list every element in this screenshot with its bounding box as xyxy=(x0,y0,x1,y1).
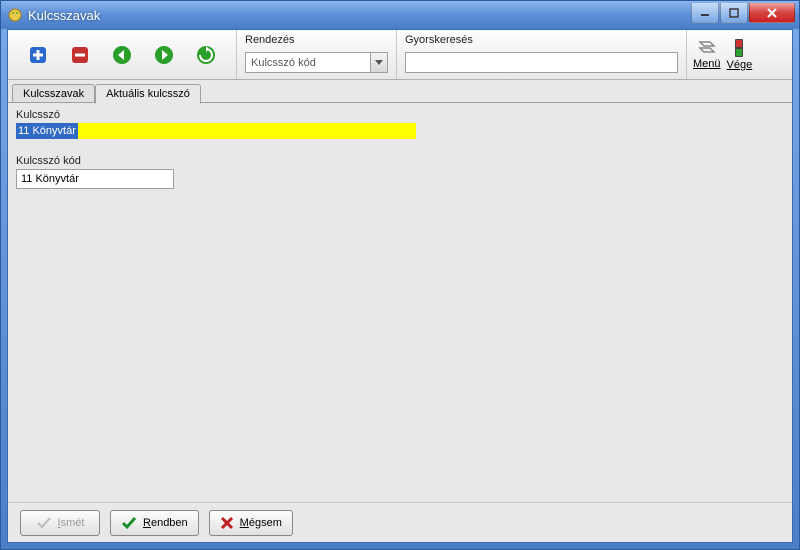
kod-label: Kulcsszó kód xyxy=(16,155,784,167)
menu-button[interactable]: Menü xyxy=(693,39,721,70)
ismet-label-rest: smét xyxy=(61,517,85,529)
search-label: Gyorskeresés xyxy=(405,34,678,46)
rendben-button[interactable]: Rendben xyxy=(110,510,199,536)
rendben-label-rest: endben xyxy=(151,517,188,529)
back-icon[interactable] xyxy=(112,45,132,65)
cross-icon xyxy=(220,516,234,530)
kulcsszo-field[interactable]: 11 Könyvtár xyxy=(16,123,416,139)
sort-group: Rendezés Kulcsszó kód xyxy=(237,30,397,79)
ismet-button: Ismét xyxy=(20,510,100,536)
forward-icon[interactable] xyxy=(154,45,174,65)
refresh-icon[interactable] xyxy=(196,45,216,65)
app-icon xyxy=(7,7,23,23)
main-window: Kulcsszavak xyxy=(0,0,800,550)
tab-content: Kulcsszó 11 Könyvtár Kulcsszó kód xyxy=(8,102,792,502)
megsem-label-u: M xyxy=(240,517,249,529)
titlebar[interactable]: Kulcsszavak xyxy=(1,1,799,29)
kulcsszo-label: Kulcsszó xyxy=(16,109,784,121)
search-group: Gyorskeresés xyxy=(397,30,687,79)
check-icon xyxy=(36,516,52,530)
client-area: Rendezés Kulcsszó kód Gyorskeresés Menü xyxy=(7,29,793,543)
tab-aktualis[interactable]: Aktuális kulcsszó xyxy=(95,84,201,104)
chevron-down-icon xyxy=(370,53,387,72)
minimize-button[interactable] xyxy=(691,3,719,23)
maximize-button[interactable] xyxy=(720,3,748,23)
toolbar: Rendezés Kulcsszó kód Gyorskeresés Menü xyxy=(8,30,792,80)
end-button[interactable]: Vége xyxy=(727,38,753,71)
add-icon[interactable] xyxy=(28,45,48,65)
check-icon xyxy=(121,516,137,530)
window-controls xyxy=(690,3,799,23)
megsem-button[interactable]: Mégsem xyxy=(209,510,293,536)
nav-group xyxy=(8,30,237,79)
kod-input[interactable] xyxy=(16,169,174,189)
sort-value: Kulcsszó kód xyxy=(246,57,370,69)
sort-label: Rendezés xyxy=(245,34,388,46)
close-button[interactable] xyxy=(749,3,795,23)
tab-strip: Kulcsszavak Aktuális kulcsszó xyxy=(8,80,792,102)
search-input[interactable] xyxy=(405,52,678,73)
sort-select[interactable]: Kulcsszó kód xyxy=(245,52,388,73)
kulcsszo-value: 11 Könyvtár xyxy=(16,123,78,139)
remove-icon[interactable] xyxy=(70,45,90,65)
end-label: Vége xyxy=(727,59,753,71)
menu-label: Menü xyxy=(693,58,721,70)
bottom-bar: Ismét Rendben Mégsem xyxy=(8,502,792,542)
window-title: Kulcsszavak xyxy=(28,8,690,23)
megsem-label-rest: égsem xyxy=(249,517,282,529)
rendben-label-u: R xyxy=(143,517,151,529)
tab-kulcsszavak[interactable]: Kulcsszavak xyxy=(12,84,95,103)
toolbar-right: Menü Vége xyxy=(687,30,758,79)
